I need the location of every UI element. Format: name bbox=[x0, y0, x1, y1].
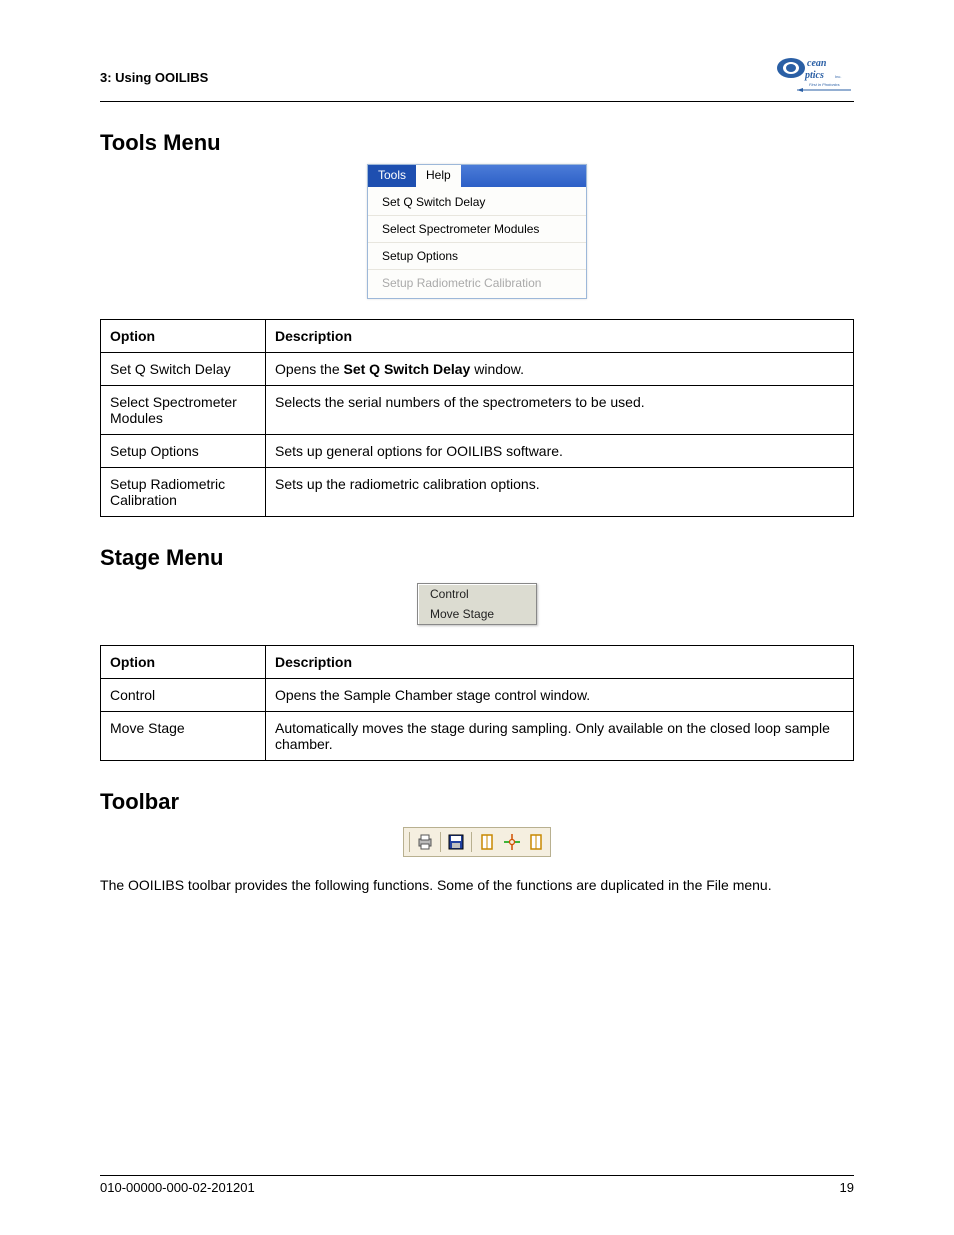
footer-page-number: 19 bbox=[840, 1180, 854, 1195]
target-icon bbox=[502, 831, 522, 853]
stage-menu-heading: Stage Menu bbox=[100, 545, 854, 571]
footer-doc-id: 010-00000-000-02-201201 bbox=[100, 1180, 255, 1195]
stage-item-control: Control bbox=[418, 584, 536, 604]
menu-item-setup-options: Setup Options bbox=[368, 243, 586, 270]
cell-option: Control bbox=[101, 679, 266, 712]
table-row: Set Q Switch Delay Opens the Set Q Switc… bbox=[101, 353, 854, 386]
table-row: Move Stage Automatically moves the stage… bbox=[101, 712, 854, 761]
svg-text:ptics: ptics bbox=[804, 70, 824, 81]
menu-item-select-spectrometer: Select Spectrometer Modules bbox=[368, 216, 586, 243]
print-icon bbox=[415, 831, 435, 853]
cell-option: Move Stage bbox=[101, 712, 266, 761]
brand-logo: cean ptics Inc. First in Photonics bbox=[769, 50, 854, 95]
menu-tab-tools: Tools bbox=[368, 165, 416, 187]
table-row: Select Spectrometer Modules Selects the … bbox=[101, 386, 854, 435]
cell-desc: Sets up general options for OOILIBS soft… bbox=[266, 435, 854, 468]
cell-desc: Selects the serial numbers of the spectr… bbox=[266, 386, 854, 435]
stage-table: Option Description Control Opens the Sam… bbox=[100, 645, 854, 761]
tools-menu-screenshot: Tools Help Set Q Switch Delay Select Spe… bbox=[367, 164, 587, 299]
link-qswitch: Set Q Switch Delay bbox=[344, 361, 471, 377]
table-row: Setup Options Sets up general options fo… bbox=[101, 435, 854, 468]
toolbar-separator bbox=[471, 832, 472, 852]
cell-option: Set Q Switch Delay bbox=[101, 353, 266, 386]
stage-item-move: Move Stage bbox=[418, 604, 536, 624]
chapter-label: 3: Using OOILIBS bbox=[100, 50, 769, 85]
toolbar-separator bbox=[409, 832, 410, 852]
table-row: Control Opens the Sample Chamber stage c… bbox=[101, 679, 854, 712]
tools-table: Option Description Set Q Switch Delay Op… bbox=[100, 319, 854, 517]
cell-option: Setup Radiometric Calibration bbox=[101, 468, 266, 517]
toolbar-heading: Toolbar bbox=[100, 789, 854, 815]
cell-option: Select Spectrometer Modules bbox=[101, 386, 266, 435]
cell-option: Setup Options bbox=[101, 435, 266, 468]
panel-2-icon bbox=[526, 831, 546, 853]
svg-text:cean: cean bbox=[807, 58, 827, 69]
panel-1-icon bbox=[477, 831, 497, 853]
toolbar-screenshot bbox=[403, 827, 551, 857]
cell-desc: Opens the Set Q Switch Delay window. bbox=[266, 353, 854, 386]
cell-desc: Automatically moves the stage during sam… bbox=[266, 712, 854, 761]
tools-menu-heading: Tools Menu bbox=[100, 130, 854, 156]
stage-menu-screenshot: Control Move Stage bbox=[417, 583, 537, 625]
menu-tab-help: Help bbox=[416, 165, 461, 187]
th-description: Description bbox=[266, 646, 854, 679]
toolbar-description: The OOILIBS toolbar provides the followi… bbox=[100, 875, 854, 896]
save-icon bbox=[446, 831, 466, 853]
cell-desc: Opens the Sample Chamber stage control w… bbox=[266, 679, 854, 712]
menu-item-setup-radiometric: Setup Radiometric Calibration bbox=[368, 270, 586, 296]
cell-desc: Sets up the radiometric calibration opti… bbox=[266, 468, 854, 517]
toolbar-separator bbox=[440, 832, 441, 852]
th-description: Description bbox=[266, 320, 854, 353]
th-option: Option bbox=[101, 320, 266, 353]
table-row: Setup Radiometric Calibration Sets up th… bbox=[101, 468, 854, 517]
th-option: Option bbox=[101, 646, 266, 679]
menu-item-set-q-switch: Set Q Switch Delay bbox=[368, 189, 586, 216]
svg-text:First in Photonics: First in Photonics bbox=[809, 82, 840, 87]
svg-text:Inc.: Inc. bbox=[835, 74, 841, 79]
